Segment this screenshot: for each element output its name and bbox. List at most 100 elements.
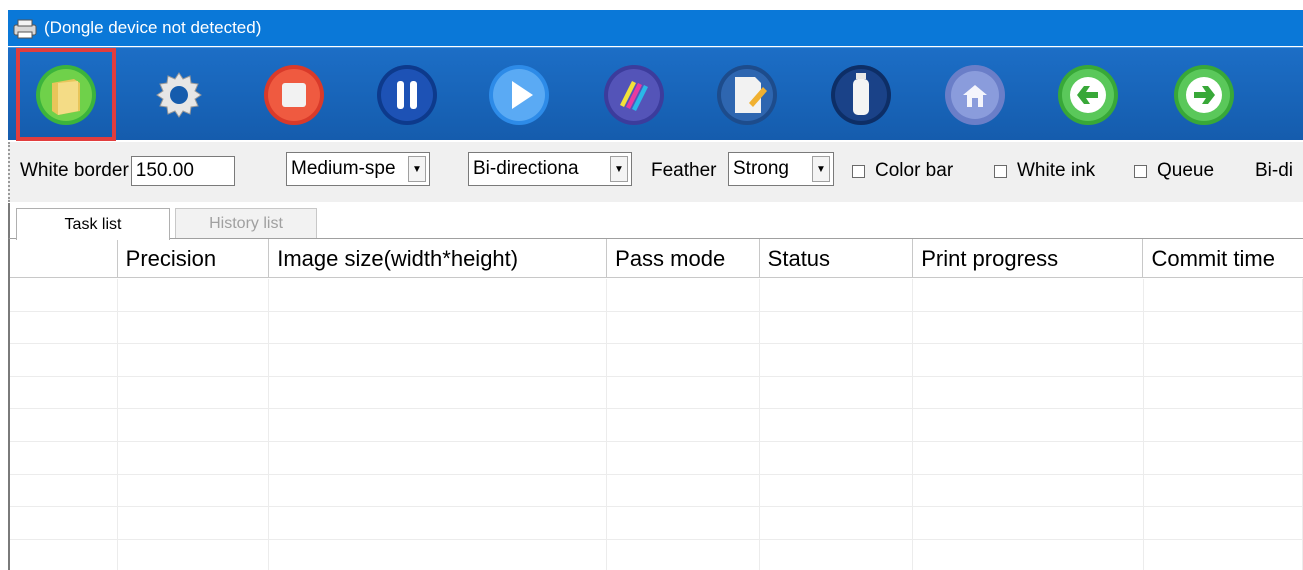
- ink-palette-icon: [604, 64, 664, 125]
- column-header-pass-mode[interactable]: Pass mode: [607, 239, 760, 278]
- checkbox-box[interactable]: [1134, 164, 1147, 178]
- table-cell: [118, 311, 270, 344]
- column-header-precision[interactable]: Precision: [118, 239, 270, 278]
- table-cell: [10, 539, 118, 570]
- table-cell: [760, 376, 914, 409]
- table-row[interactable]: [10, 311, 1303, 345]
- printer-app-icon: [13, 19, 37, 39]
- checkbox-box[interactable]: [852, 164, 865, 178]
- table-cell: [913, 311, 1144, 344]
- table-cell: [269, 279, 608, 311]
- table-cell: [607, 311, 760, 344]
- table-row[interactable]: [10, 441, 1303, 475]
- arrow-right-icon: [1174, 64, 1234, 125]
- table-cell: [269, 441, 608, 474]
- column-header-print-progress[interactable]: Print progress: [913, 239, 1144, 278]
- chevron-down-icon[interactable]: ▼: [408, 156, 426, 182]
- table-cell: [607, 441, 760, 474]
- table-cell: [1144, 409, 1303, 441]
- ink-bottle-button[interactable]: [811, 48, 911, 141]
- table-cell: [269, 507, 608, 539]
- table-cell: [1144, 507, 1303, 539]
- checkbox-box[interactable]: [994, 164, 1007, 178]
- column-header-status[interactable]: Status: [760, 239, 914, 278]
- pause-icon: [377, 64, 437, 125]
- feather-select-value: Strong: [733, 158, 789, 179]
- settings-button[interactable]: [129, 48, 229, 141]
- table-row[interactable]: [10, 474, 1303, 508]
- table-row[interactable]: [10, 376, 1303, 410]
- table-row[interactable]: [10, 279, 1303, 312]
- chevron-down-icon[interactable]: ▼: [812, 156, 830, 182]
- stop-icon: [264, 64, 324, 125]
- queue-checkbox[interactable]: Queue: [1134, 154, 1214, 188]
- table-cell: [760, 474, 914, 507]
- white-ink-checkbox[interactable]: White ink: [994, 154, 1095, 188]
- white-border-option: White border 150.00: [20, 154, 235, 188]
- table-cell: [607, 344, 760, 376]
- table-cell: [913, 507, 1144, 539]
- tab-task-list[interactable]: Task list: [16, 208, 170, 240]
- table-cell: [118, 376, 270, 409]
- table-cell: [269, 344, 608, 376]
- table-cell: [1144, 279, 1303, 311]
- white-border-label: White border: [20, 160, 129, 181]
- open-file-button[interactable]: [16, 48, 116, 141]
- feather-select[interactable]: Strong ▼: [728, 152, 834, 186]
- title-bar: (Dongle device not detected): [8, 10, 1303, 46]
- queue-label: Queue: [1157, 160, 1215, 181]
- edit-document-button[interactable]: [697, 48, 797, 141]
- table-row[interactable]: [10, 409, 1303, 442]
- table-cell: [607, 279, 760, 311]
- ink-bottle-icon: [831, 64, 891, 125]
- table-cell: [760, 539, 914, 570]
- print-options-bar: White border 150.00 Medium-spe ▼ Bi-dire…: [8, 142, 1303, 202]
- chevron-down-icon[interactable]: ▼: [610, 156, 628, 182]
- table-cell: [1144, 441, 1303, 474]
- edit-document-icon: [717, 64, 777, 125]
- column-header-image-size[interactable]: Image size(width*height): [269, 239, 608, 278]
- column-header-index[interactable]: [10, 239, 118, 278]
- white-border-input[interactable]: 150.00: [130, 156, 235, 186]
- table-cell: [913, 344, 1144, 376]
- bi-di-option: Bi-di: [1255, 154, 1293, 188]
- play-icon: [489, 64, 549, 125]
- table-cell: [10, 507, 118, 539]
- grid-header: Precision Image size(width*height) Pass …: [10, 239, 1303, 278]
- table-row[interactable]: [10, 539, 1303, 570]
- home-button[interactable]: [925, 48, 1025, 141]
- table-row[interactable]: [10, 507, 1303, 540]
- table-cell: [10, 279, 118, 311]
- table-cell: [118, 539, 270, 570]
- main-toolbar: [8, 47, 1303, 141]
- table-cell: [913, 474, 1144, 507]
- ink-colors-button[interactable]: [584, 48, 684, 141]
- pause-button[interactable]: [357, 48, 457, 141]
- table-row[interactable]: [10, 344, 1303, 377]
- start-button[interactable]: [469, 48, 569, 141]
- table-cell: [913, 441, 1144, 474]
- table-cell: [269, 409, 608, 441]
- white-ink-label: White ink: [1017, 160, 1096, 181]
- column-header-commit-time[interactable]: Commit time: [1143, 239, 1303, 278]
- direction-select[interactable]: Bi-directiona ▼: [468, 152, 632, 186]
- grid-body: [10, 279, 1303, 570]
- color-bar-label: Color bar: [875, 160, 954, 181]
- table-cell: [10, 376, 118, 409]
- forward-button[interactable]: [1154, 48, 1254, 141]
- back-button[interactable]: [1038, 48, 1138, 141]
- table-cell: [913, 539, 1144, 570]
- tab-history-list[interactable]: History list: [175, 208, 317, 240]
- table-cell: [1144, 344, 1303, 376]
- gear-icon: [156, 71, 202, 118]
- table-cell: [118, 279, 270, 311]
- table-cell: [760, 507, 914, 539]
- table-cell: [607, 539, 760, 570]
- table-cell: [10, 409, 118, 441]
- speed-select[interactable]: Medium-spe ▼: [286, 152, 430, 186]
- window-title: (Dongle device not detected): [44, 18, 262, 37]
- color-bar-checkbox[interactable]: Color bar: [852, 154, 953, 188]
- stop-button[interactable]: [244, 48, 344, 141]
- home-icon: [945, 64, 1005, 125]
- table-cell: [760, 311, 914, 344]
